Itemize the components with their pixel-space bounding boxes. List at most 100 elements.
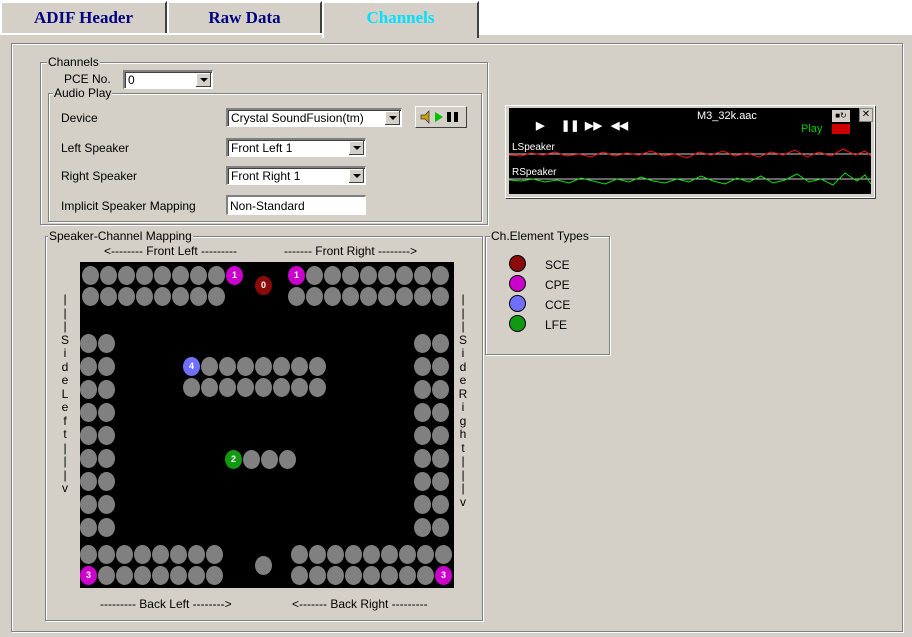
- speaker-slot[interactable]: [309, 545, 326, 564]
- speaker-slot[interactable]: [432, 287, 449, 306]
- speaker-slot[interactable]: [414, 380, 431, 399]
- speaker-slot[interactable]: [98, 426, 115, 445]
- speaker-slot[interactable]: [154, 287, 171, 306]
- speaker-slot[interactable]: [98, 403, 115, 422]
- speaker-slot[interactable]: [116, 566, 133, 585]
- speaker-slot[interactable]: [432, 472, 449, 491]
- right-speaker-select[interactable]: Front Right 1: [226, 166, 366, 185]
- channel-lfe-2[interactable]: 2: [225, 450, 242, 469]
- speaker-slot[interactable]: [381, 545, 398, 564]
- speaker-slot[interactable]: [414, 518, 431, 537]
- speaker-slot[interactable]: [183, 378, 200, 397]
- speaker-slot[interactable]: [414, 334, 431, 353]
- speaker-slot[interactable]: [396, 287, 413, 306]
- speaker-slot[interactable]: [432, 403, 449, 422]
- chevron-down-icon[interactable]: [349, 141, 364, 155]
- speaker-slot[interactable]: [399, 545, 416, 564]
- speaker-slot[interactable]: [381, 566, 398, 585]
- speaker-slot[interactable]: [399, 566, 416, 585]
- speaker-slot[interactable]: [80, 449, 97, 468]
- speaker-slot[interactable]: [206, 545, 223, 564]
- speaker-slot[interactable]: [80, 403, 97, 422]
- play-icon[interactable]: ▶: [536, 119, 544, 132]
- speaker-slot[interactable]: [243, 450, 260, 469]
- speaker-slot[interactable]: [98, 495, 115, 514]
- speaker-slot[interactable]: [273, 357, 290, 376]
- speaker-slot[interactable]: [345, 545, 362, 564]
- speaker-slot[interactable]: [255, 378, 272, 397]
- speaker-slot[interactable]: [432, 357, 449, 376]
- speaker-slot[interactable]: [118, 287, 135, 306]
- fast-forward-icon[interactable]: ▶▶: [585, 119, 602, 132]
- waveform-icon[interactable]: [832, 124, 850, 134]
- speaker-slot[interactable]: [170, 545, 187, 564]
- speaker-slot[interactable]: [206, 566, 223, 585]
- speaker-slot[interactable]: [414, 357, 431, 376]
- speaker-slot[interactable]: [342, 287, 359, 306]
- speaker-slot[interactable]: [432, 518, 449, 537]
- channel-cpe-1-right[interactable]: 1: [288, 266, 305, 285]
- speaker-slot[interactable]: [100, 266, 117, 285]
- tab-adif-header[interactable]: ADIF Header: [0, 1, 167, 34]
- speaker-slot[interactable]: [98, 334, 115, 353]
- speaker-slot[interactable]: [414, 403, 431, 422]
- speaker-slot[interactable]: [306, 287, 323, 306]
- speaker-slot[interactable]: [152, 566, 169, 585]
- speaker-slot[interactable]: [237, 378, 254, 397]
- speaker-slot[interactable]: [414, 426, 431, 445]
- speaker-slot[interactable]: [291, 566, 308, 585]
- speaker-slot[interactable]: [378, 266, 395, 285]
- speaker-slot[interactable]: [80, 472, 97, 491]
- speaker-slot[interactable]: [98, 545, 115, 564]
- rewind-icon[interactable]: ◀◀: [611, 119, 628, 132]
- chevron-down-icon[interactable]: [385, 111, 400, 125]
- speaker-slot[interactable]: [324, 266, 341, 285]
- channel-sce-0[interactable]: 0: [255, 276, 272, 295]
- speaker-slot[interactable]: [309, 378, 326, 397]
- speaker-slot[interactable]: [80, 495, 97, 514]
- speaker-slot[interactable]: [360, 266, 377, 285]
- speaker-slot[interactable]: [82, 287, 99, 306]
- speaker-slot[interactable]: [309, 566, 326, 585]
- speaker-slot[interactable]: [261, 450, 278, 469]
- speaker-slot[interactable]: [432, 426, 449, 445]
- speaker-slot[interactable]: [116, 545, 133, 564]
- speaker-slot[interactable]: [255, 357, 272, 376]
- tab-raw-data[interactable]: Raw Data: [167, 1, 322, 34]
- implicit-mapping-field[interactable]: Non-Standard: [226, 195, 366, 215]
- speaker-slot[interactable]: [98, 472, 115, 491]
- pause-icon[interactable]: ❚❚: [561, 119, 579, 132]
- speaker-slot[interactable]: [201, 378, 218, 397]
- speaker-slot[interactable]: [291, 378, 308, 397]
- speaker-slot[interactable]: [188, 545, 205, 564]
- speaker-slot[interactable]: [414, 287, 431, 306]
- speaker-slot[interactable]: [188, 566, 205, 585]
- speaker-slot[interactable]: [291, 357, 308, 376]
- speaker-play-pause-button[interactable]: [415, 106, 467, 128]
- speaker-slot[interactable]: [417, 545, 434, 564]
- speaker-slot[interactable]: [435, 545, 452, 564]
- loop-button[interactable]: ■↻: [832, 110, 850, 122]
- left-speaker-select[interactable]: Front Left 1: [226, 138, 366, 157]
- speaker-slot[interactable]: [82, 266, 99, 285]
- speaker-slot[interactable]: [118, 266, 135, 285]
- speaker-slot[interactable]: [363, 566, 380, 585]
- speaker-slot[interactable]: [80, 426, 97, 445]
- speaker-slot[interactable]: [237, 357, 254, 376]
- speaker-slot[interactable]: [98, 380, 115, 399]
- speaker-slot[interactable]: [309, 357, 326, 376]
- speaker-slot[interactable]: [327, 566, 344, 585]
- speaker-slot[interactable]: [172, 266, 189, 285]
- speaker-slot[interactable]: [172, 287, 189, 306]
- speaker-slot[interactable]: [170, 566, 187, 585]
- speaker-slot[interactable]: [80, 357, 97, 376]
- speaker-slot[interactable]: [201, 357, 218, 376]
- speaker-slot[interactable]: [154, 266, 171, 285]
- speaker-slot[interactable]: [136, 287, 153, 306]
- speaker-slot[interactable]: [327, 545, 344, 564]
- speaker-slot[interactable]: [190, 287, 207, 306]
- speaker-slot[interactable]: [136, 266, 153, 285]
- chevron-down-icon[interactable]: [349, 169, 364, 183]
- tab-channels[interactable]: Channels: [322, 1, 479, 38]
- speaker-slot[interactable]: [414, 449, 431, 468]
